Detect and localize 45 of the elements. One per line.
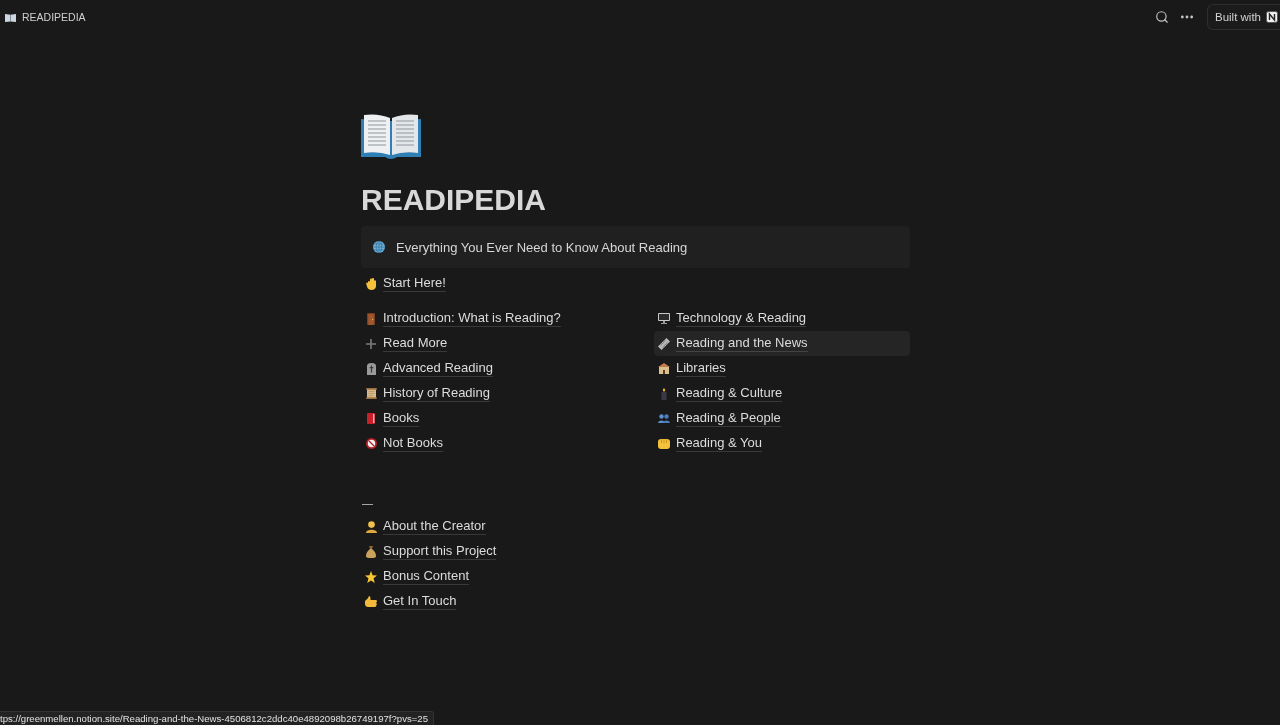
candle-icon <box>660 387 668 400</box>
page-link[interactable]: Libraries <box>654 356 910 381</box>
search-icon <box>1154 10 1169 24</box>
page-link[interactable]: Start Here! <box>361 271 910 296</box>
page-link[interactable]: Introduction: What is Reading? <box>361 306 617 331</box>
open-book-icon <box>361 113 421 161</box>
hand-icon <box>365 596 377 607</box>
built-with-button[interactable]: Built with <box>1206 4 1280 30</box>
globe-icon <box>373 241 385 253</box>
page-link[interactable]: Bonus Content <box>361 564 910 589</box>
scroll-icon <box>365 388 377 399</box>
status-url: tps://greenmellen.notion.site/Reading-and-the-News-4506812c2ddc40e4892098b26749197f?pvs=25 <box>0 711 435 725</box>
book-icon <box>367 413 375 424</box>
page-link[interactable]: Not Books <box>361 431 617 456</box>
callout-text: Everything You Ever Need to Know About Reading <box>396 239 688 255</box>
rolled-paper-icon <box>658 337 670 350</box>
site-title: READIPEDIA <box>22 11 86 23</box>
page-link[interactable]: Reading & Culture <box>654 381 910 406</box>
page-link[interactable]: Support this Project <box>361 539 910 564</box>
page-link[interactable]: Advanced Reading <box>361 356 617 381</box>
waving-hand-icon <box>365 277 377 290</box>
prohibited-sign-icon <box>365 438 377 449</box>
building-icon <box>658 363 670 374</box>
page-link[interactable]: Books <box>361 406 617 431</box>
star-icon <box>365 570 377 583</box>
monitor-icon <box>658 313 670 324</box>
page-link[interactable]: Reading & People <box>654 406 910 431</box>
fist-icon <box>658 438 670 449</box>
page-link[interactable]: History of Reading <box>361 381 617 406</box>
divider-dash: — <box>361 496 373 511</box>
page-link[interactable]: Get In Touch <box>361 589 910 614</box>
page-link[interactable]: About the Creator <box>361 514 910 539</box>
people-icon <box>658 414 670 423</box>
page-link[interactable]: Technology & Reading <box>654 306 910 331</box>
page-title: READIPEDIA <box>361 182 548 218</box>
bag-icon <box>366 545 376 558</box>
door-icon <box>367 312 375 325</box>
open-book-icon <box>5 12 16 22</box>
logo-icon <box>1266 11 1278 23</box>
person-icon <box>365 520 377 533</box>
plus-icon <box>366 338 376 349</box>
page-link[interactable]: Reading and the News <box>654 331 910 356</box>
tombstone-icon <box>366 362 376 375</box>
page-link[interactable]: Read More <box>361 331 617 356</box>
page-link[interactable]: Reading & You <box>654 431 910 456</box>
